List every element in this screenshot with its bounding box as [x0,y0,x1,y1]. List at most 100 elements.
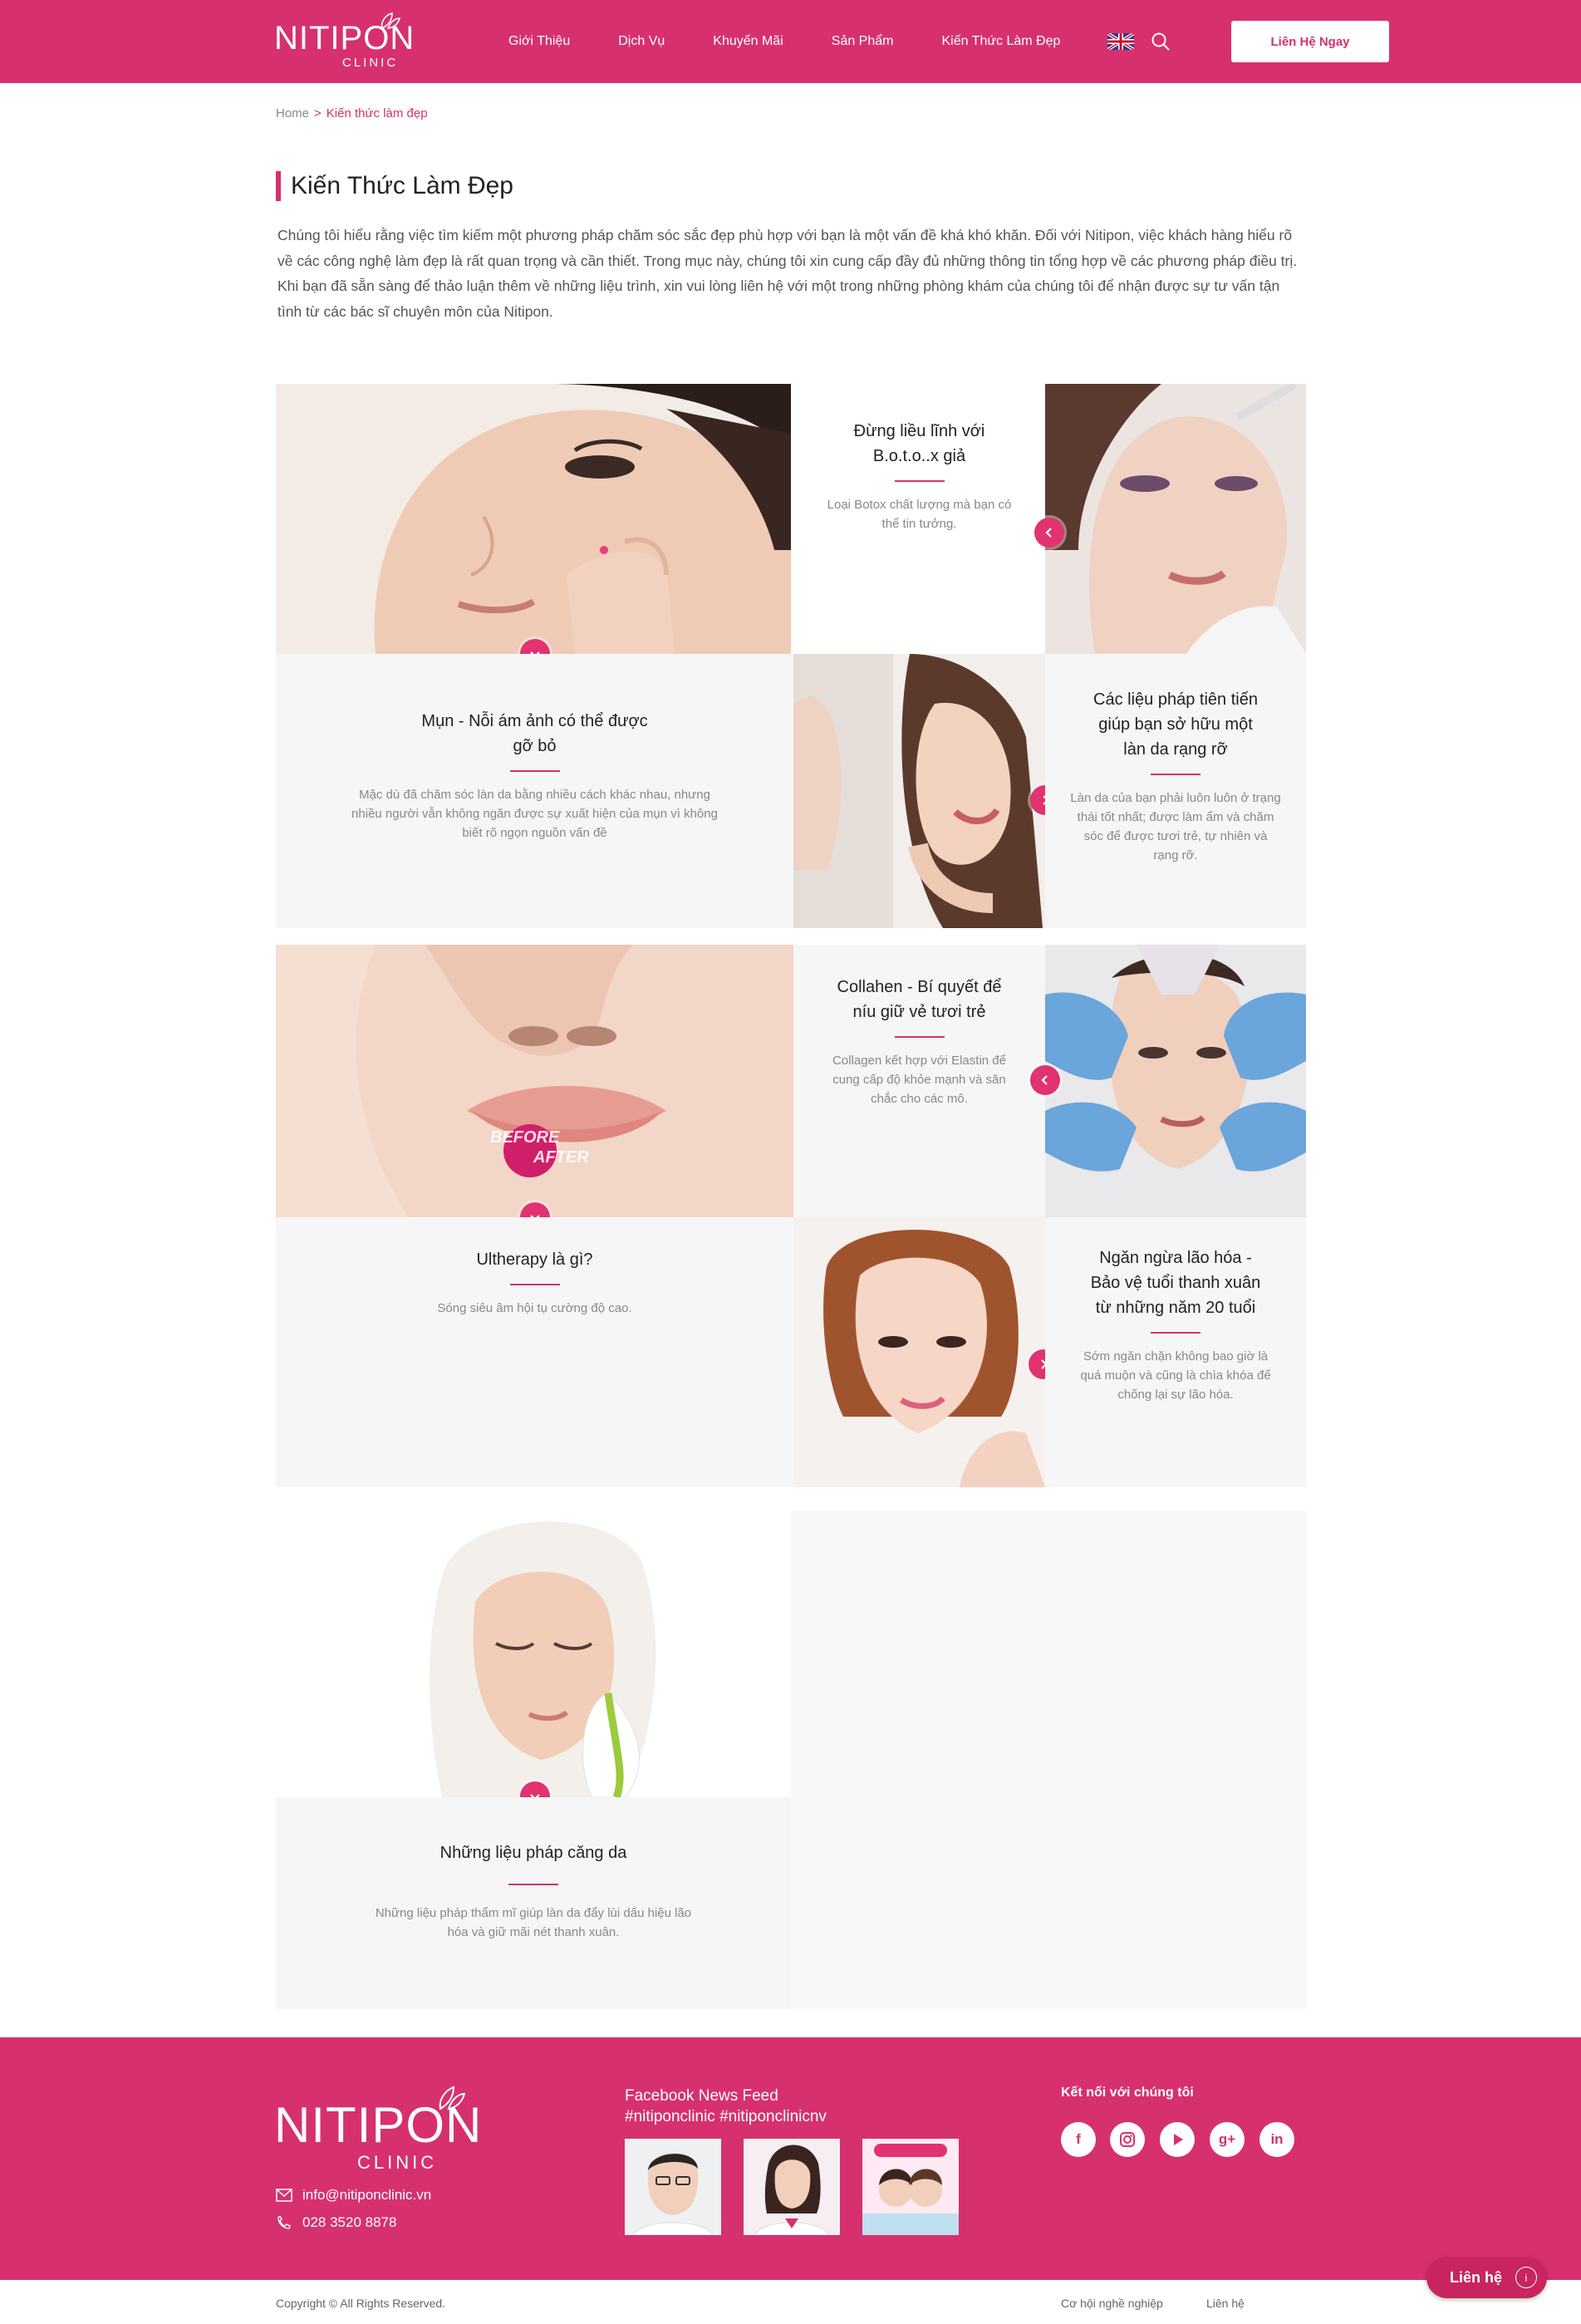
chevron-left-icon [1045,528,1052,538]
collagen-divider [894,1036,945,1038]
doctor-photo [625,2139,721,2235]
footer-email-text: info@nitiponclinic.vn [302,2187,432,2203]
connect-title: Kết nối với chúng tôi [1061,2086,1194,2100]
main-nav: Giới Thiệu Dịch Vụ Khuyến Mãi Sản Phẩm K… [508,0,1090,83]
before-label: BEFORE [490,1128,560,1147]
empty-grid-cell [791,1511,1306,2009]
collagen-photo [1045,945,1306,1217]
footer-logo[interactable]: NITIPON CLINIC [274,2086,482,2172]
promo-photo [862,2139,959,2235]
acne-photo [276,384,791,654]
logo-text: NITIPON [274,20,415,57]
botox-card[interactable]: Đừng liều lĩnh với B.o.t.o..x giả Loại B… [793,384,1045,654]
ultherapy-desc: Sóng siêu âm hội tụ cường độ cao. [437,1301,632,1315]
glow-divider [1151,774,1200,775]
instagram-glyph [1120,2132,1135,2147]
glow-card[interactable]: Các liệu pháp tiên tiến giúp bạn sở hữu … [1045,654,1306,928]
contact-now-button[interactable]: Liên Hệ Ngay [1231,21,1389,62]
acne-desc: Mặc dù đã chăm sóc làn da bằng nhiều các… [351,788,718,840]
ultherapy-image[interactable]: BEFORE AFTER [276,945,793,1217]
breadcrumb-separator: > [314,106,322,120]
site-footer: NITIPON CLINIC info@nitiponclinic.vn 028… [0,2037,1581,2280]
facebook-post-thumb[interactable] [744,2139,840,2235]
glow-desc: Làn da của bạn phải luôn luôn ở trạng th… [1070,791,1281,862]
facebook-feed-title-2: #nitiponclinic #nitiponclinicnv [625,2108,827,2125]
tightening-image[interactable] [276,1511,791,1797]
site-logo[interactable]: NITIPON CLINIC [274,12,440,71]
prev-collagen-button[interactable] [1030,1065,1060,1095]
doctor-photo [744,2139,840,2235]
ultherapy-divider [509,1284,560,1285]
glow-title-1: Các liệu pháp tiên tiến [1093,690,1258,709]
page-intro: Chúng tôi hiểu rằng việc tìm kiếm một ph… [277,227,1298,320]
facebook-post-thumb[interactable] [862,2139,959,2235]
linkedin-icon[interactable]: in [1259,2122,1294,2157]
copyright: Copyright © All Rights Reserved. [276,2297,446,2310]
ultherapy-title: Ultherapy là gì? [476,1250,593,1269]
acne-title-1: Mụn - Nỗi ám ảnh có thể được [421,712,648,730]
after-label: AFTER [533,1148,589,1167]
collagen-title-2: níu giữ vẻ tươi trẻ [852,1003,986,1021]
acne-title-2: gỡ bỏ [513,737,557,755]
tightening-card[interactable]: Những liệu pháp căng da Những liệu pháp … [276,1797,791,2009]
botox-image[interactable] [1045,384,1306,654]
nav-item-products[interactable]: Sản Phẩm [832,34,894,49]
page-title: Kiến Thức Làm Đẹp [276,171,513,201]
aging-title-2: Bảo vệ tuổi thanh xuân [1090,1274,1261,1292]
breadcrumb-current[interactable]: Kiến thức làm đẹp [327,106,428,120]
ultherapy-card[interactable]: Ultherapy là gì? Sóng siêu âm hội tụ cườ… [276,1217,793,1487]
nav-item-beauty-knowledge[interactable]: Kiến Thức Làm Đẹp [941,34,1060,49]
botox-title-2: B.o.t.o..x giả [872,447,966,465]
facebook-post-thumb[interactable] [625,2139,721,2235]
glow-title-3: làn da rạng rỡ [1123,740,1228,759]
acne-image[interactable] [276,384,791,654]
footer-email[interactable]: info@nitiponclinic.vn [276,2187,431,2204]
aging-title-3: từ những năm 20 tuổi [1095,1299,1256,1317]
aging-divider [1151,1332,1200,1334]
glow-photo [793,654,1045,928]
ultherapy-photo: BEFORE AFTER [276,945,793,1217]
nav-item-promotions[interactable]: Khuyến Mãi [713,34,783,49]
glow-image[interactable] [793,654,1045,928]
aging-desc: Sớm ngăn chặn không bao giờ là quá muộn … [1080,1349,1271,1402]
google-plus-icon[interactable]: g+ [1210,2122,1245,2157]
footer-logo-subtext: CLINIC [357,2152,438,2173]
floating-contact-button[interactable]: Liên hệ i [1426,2257,1547,2298]
breadcrumb: Home > Kiến thức làm đẹp [276,106,428,120]
aging-photo [793,1217,1045,1487]
botox-desc: Loại Botox chất lượng mà bạn có thể tin … [827,498,1012,531]
floating-contact-label: Liên hệ [1450,2268,1503,2286]
tightening-divider [508,1884,558,1885]
contact-link[interactable]: Liên hệ [1206,2297,1245,2310]
bottom-bar: Copyright © All Rights Reserved. Cơ hội … [0,2280,1581,2324]
info-icon: i [1515,2267,1537,2288]
breadcrumb-home[interactable]: Home [276,106,309,120]
footer-phone[interactable]: 028 3520 8878 [276,2214,396,2231]
facebook-feed-title-1: Facebook News Feed [625,2087,778,2105]
collagen-title-1: Collahen - Bí quyết để [837,978,1002,996]
instagram-icon[interactable] [1110,2122,1145,2157]
collagen-card[interactable]: Collahen - Bí quyết để níu giữ vẻ tươi t… [793,945,1045,1217]
uk-flag-icon[interactable] [1107,33,1134,50]
nav-item-about[interactable]: Giới Thiệu [508,34,570,49]
youtube-icon[interactable] [1160,2122,1195,2157]
tightening-desc: Những liệu pháp thẩm mĩ giúp làn da đẩy … [375,1906,692,1939]
aging-title-1: Ngăn ngừa lão hóa - [1099,1249,1252,1267]
footer-phone-text: 028 3520 8878 [302,2214,397,2230]
phone-icon [277,2216,291,2229]
acne-card[interactable]: Mụn - Nỗi ám ảnh có thể được gỡ bỏ Mặc d… [276,654,793,928]
botox-photo [1045,384,1306,654]
chevron-left-icon [1041,1075,1048,1085]
careers-link[interactable]: Cơ hội nghề nghiệp [1061,2297,1163,2310]
facebook-icon[interactable]: f [1061,2122,1096,2157]
prev-botox-button[interactable] [1034,518,1064,548]
botox-title-1: Đừng liều lĩnh với [853,422,985,440]
logo-subtext: CLINIC [342,56,399,70]
nav-item-services[interactable]: Dịch Vụ [618,34,665,49]
facebook-feed-title: Facebook News Feed #nitiponclinic #nitip… [625,2086,827,2127]
aging-image[interactable] [793,1217,1045,1487]
collagen-desc: Collagen kết hợp với Elastin để cung cấp… [832,1054,1006,1106]
search-icon[interactable] [1150,31,1171,52]
collagen-image[interactable] [1045,945,1306,1217]
aging-card[interactable]: Ngăn ngừa lão hóa - Bảo vệ tuổi thanh xu… [1045,1217,1306,1487]
